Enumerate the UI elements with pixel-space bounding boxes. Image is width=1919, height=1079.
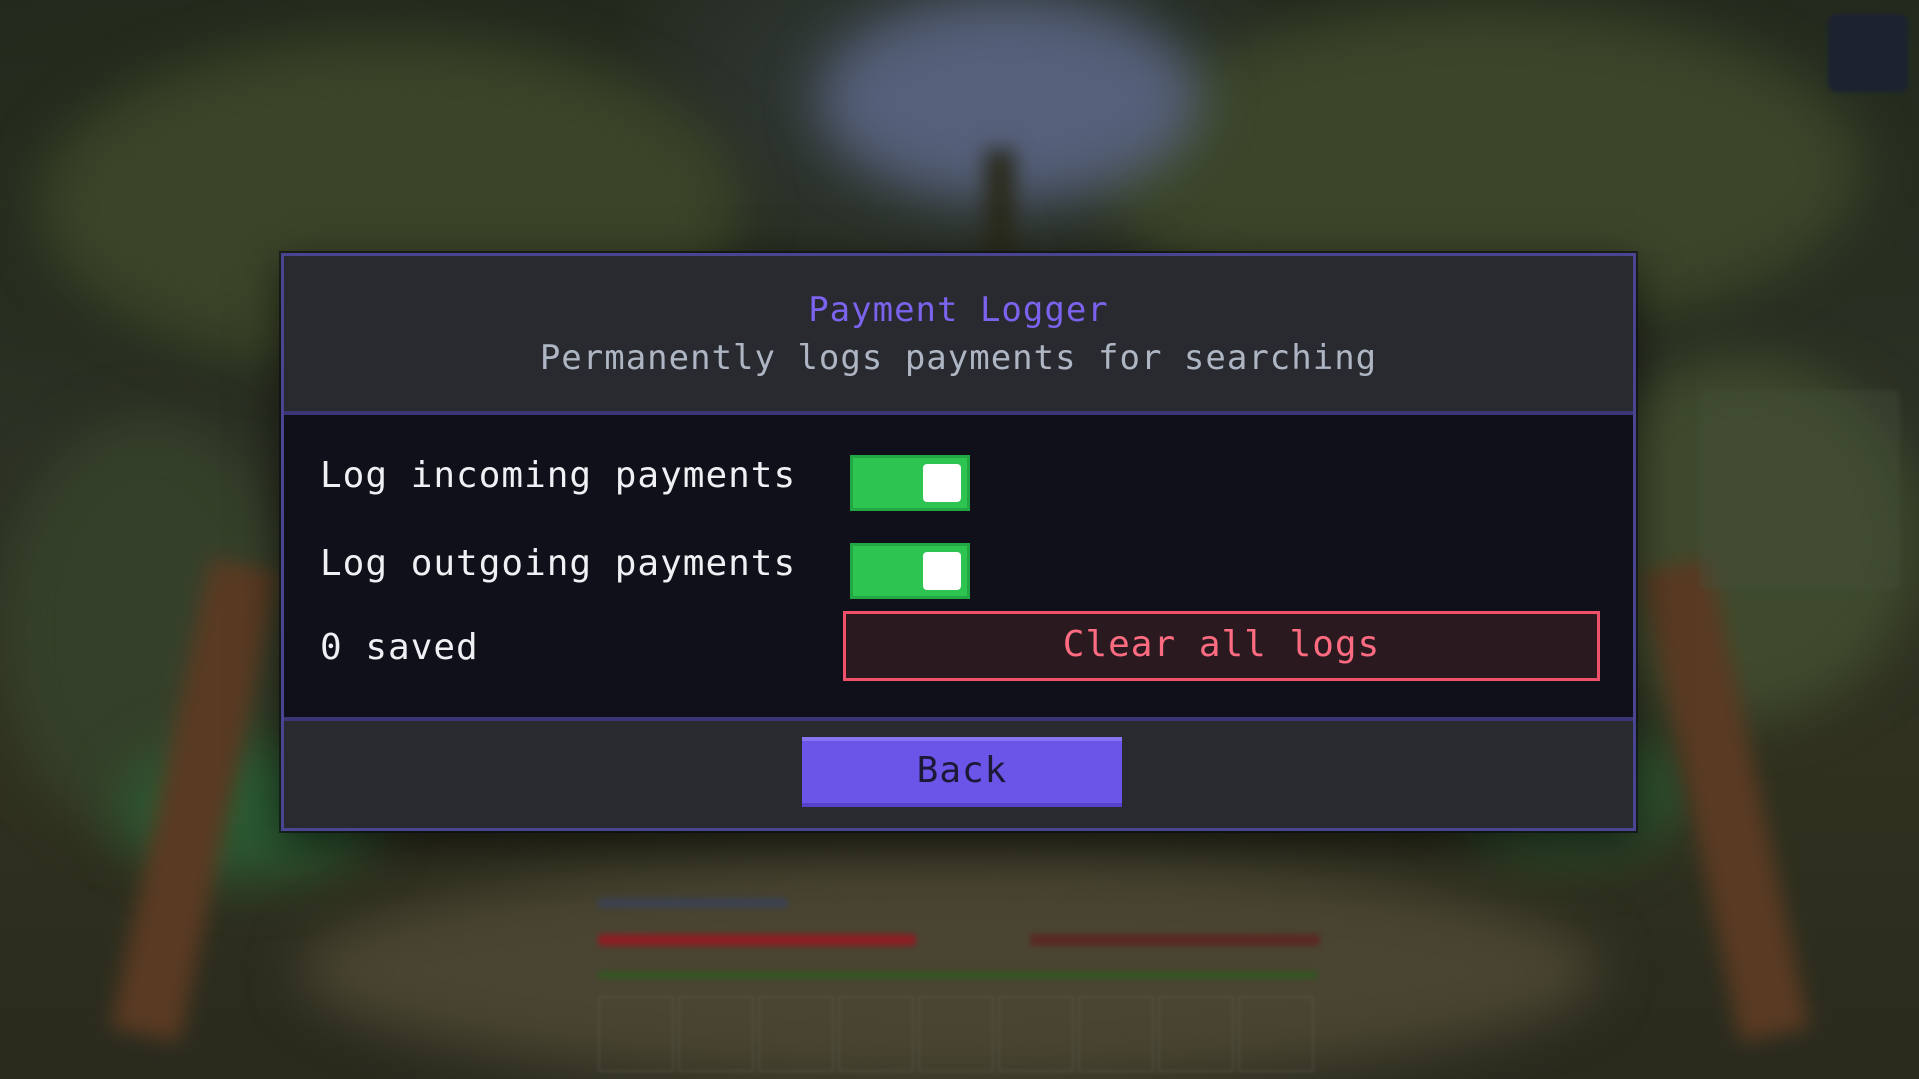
dialog-title: Payment Logger: [808, 290, 1109, 330]
outgoing-payments-toggle[interactable]: [850, 543, 970, 599]
hotbar-slot: [1158, 996, 1234, 1072]
scoreboard-sidebar: [1700, 390, 1900, 590]
hotbar-slot: [998, 996, 1074, 1072]
toggle-knob: [923, 464, 961, 502]
xp-bar: [598, 972, 1318, 978]
health-bar: [598, 934, 916, 946]
incoming-payments-label: Log incoming payments: [320, 455, 797, 496]
tree-trunk: [985, 150, 1015, 270]
back-button[interactable]: Back: [802, 737, 1122, 807]
hotbar-slot: [1078, 996, 1154, 1072]
dialog-footer: Back: [284, 717, 1633, 828]
hotbar-slot: [1238, 996, 1314, 1072]
outgoing-payments-label: Log outgoing payments: [320, 543, 797, 584]
dialog-header: Payment Logger Permanently logs payments…: [284, 256, 1633, 415]
incoming-payments-toggle[interactable]: [850, 455, 970, 511]
armor-bar: [598, 898, 788, 908]
saved-count-label: 0 saved: [320, 627, 479, 668]
toggle-knob: [923, 552, 961, 590]
payment-logger-dialog: Payment Logger Permanently logs payments…: [281, 253, 1636, 831]
minimap-icon: [1828, 14, 1908, 92]
dialog-subtitle: Permanently logs payments for searching: [539, 338, 1378, 378]
hotbar-slot: [598, 996, 674, 1072]
hotbar-slot: [838, 996, 914, 1072]
settings-panel: Log incoming payments Log outgoing payme…: [284, 415, 1633, 725]
hotbar-slot: [678, 996, 754, 1072]
hotbar-slot: [758, 996, 834, 1072]
hotbar-slot: [918, 996, 994, 1072]
hunger-bar: [1030, 934, 1320, 946]
clear-all-logs-button[interactable]: Clear all logs: [843, 611, 1600, 681]
